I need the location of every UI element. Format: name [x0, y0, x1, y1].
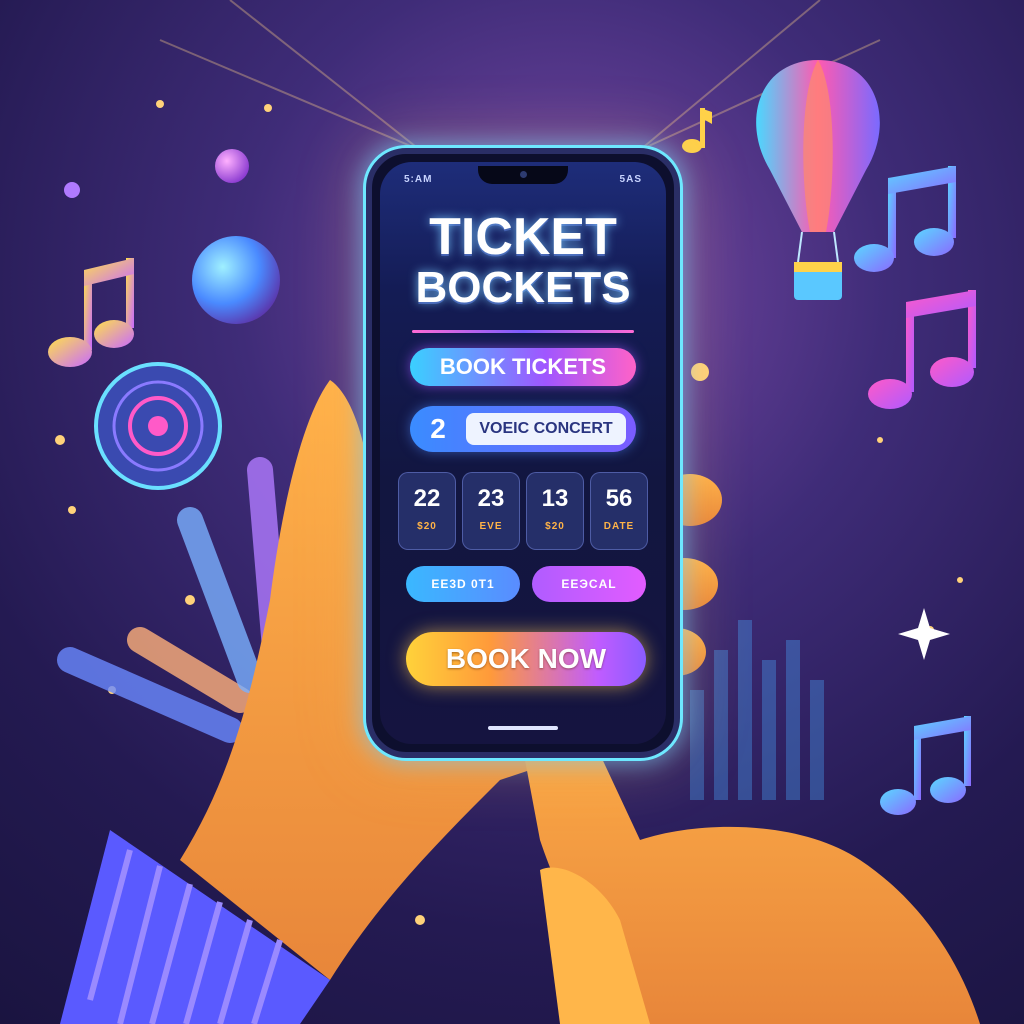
date-day: 56	[605, 485, 633, 512]
app-screen: 5:AM 5AS TICKET BOCKETS BOOK TICKETS 2 V…	[380, 162, 666, 744]
status-time: 5:AM	[404, 174, 433, 185]
camera-icon	[520, 171, 527, 178]
app-title: TICKET BOCKETS	[380, 210, 666, 311]
phone-notch	[478, 166, 568, 184]
date-card[interactable]: 56 DATE	[590, 472, 648, 550]
status-battery: 5AS	[619, 174, 642, 185]
date-sub: DATE	[603, 521, 635, 532]
date-card[interactable]: 22 $20	[398, 472, 456, 550]
option-chip-left[interactable]: EE3D 0T1	[406, 566, 520, 602]
app-title-line1: TICKET	[429, 208, 617, 266]
title-divider	[412, 330, 634, 333]
date-day: 22	[413, 485, 441, 512]
date-sub: EVE	[479, 521, 503, 532]
app-title-line2: BOCKETS	[415, 262, 631, 312]
date-sub: $20	[417, 521, 437, 532]
ticket-count: 2	[430, 413, 446, 444]
concert-selector[interactable]: 2 VOEIC CONCERT	[410, 406, 636, 452]
option-chip-right[interactable]: ЕЕЭСAL	[532, 566, 646, 602]
date-card[interactable]: 13 $20	[526, 472, 584, 550]
date-picker: 22 $20 23 EVE 13 $20 56 DATE	[398, 472, 648, 550]
book-now-button[interactable]: BOOK NOW	[406, 632, 646, 686]
smartphone: 5:AM 5AS TICKET BOCKETS BOOK TICKETS 2 V…	[366, 148, 680, 758]
date-card[interactable]: 23 EVE	[462, 472, 520, 550]
date-day: 23	[477, 485, 505, 512]
date-sub: $20	[545, 521, 565, 532]
concert-name: VOEIC CONCERT	[466, 413, 626, 445]
home-indicator[interactable]	[488, 726, 558, 730]
date-day: 13	[541, 485, 569, 512]
book-tickets-button[interactable]: BOOK TICKETS	[410, 348, 636, 386]
